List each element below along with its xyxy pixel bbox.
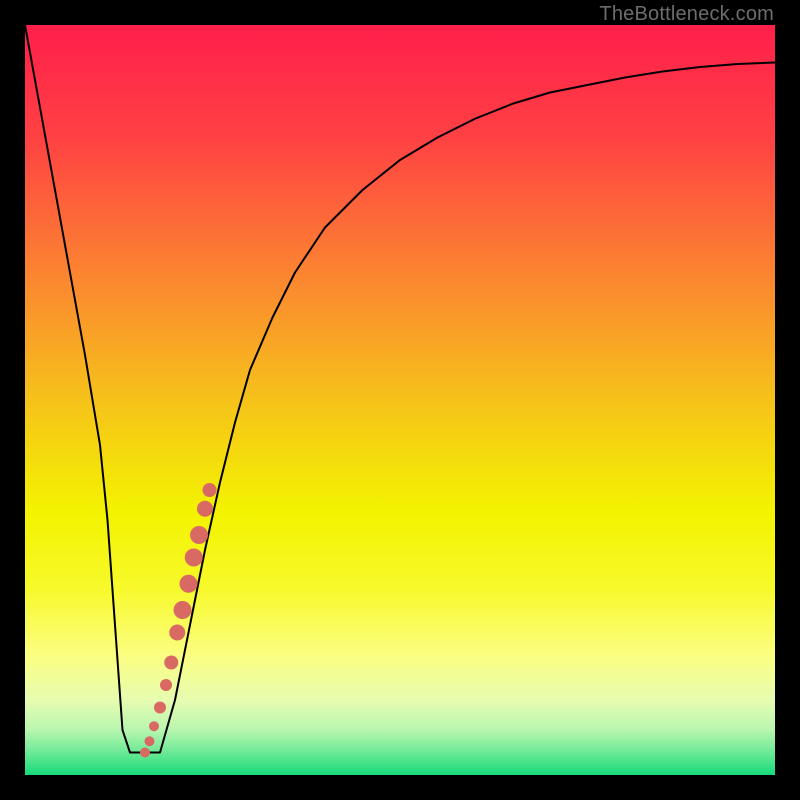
sample-point	[140, 748, 150, 758]
chart-frame: TheBottleneck.com	[0, 0, 800, 800]
sample-point	[180, 575, 198, 593]
attribution-label: TheBottleneck.com	[599, 3, 774, 26]
sample-point	[164, 656, 178, 670]
sample-point	[149, 721, 159, 731]
chart-svg	[25, 25, 775, 775]
plot-area	[25, 25, 775, 775]
gradient-background	[25, 25, 775, 775]
sample-point	[190, 526, 208, 544]
sample-point	[169, 625, 185, 641]
sample-point	[197, 501, 213, 517]
sample-point	[203, 483, 217, 497]
sample-point	[154, 702, 166, 714]
sample-point	[160, 679, 172, 691]
sample-point	[174, 601, 192, 619]
sample-point	[145, 736, 155, 746]
sample-point	[185, 549, 203, 567]
